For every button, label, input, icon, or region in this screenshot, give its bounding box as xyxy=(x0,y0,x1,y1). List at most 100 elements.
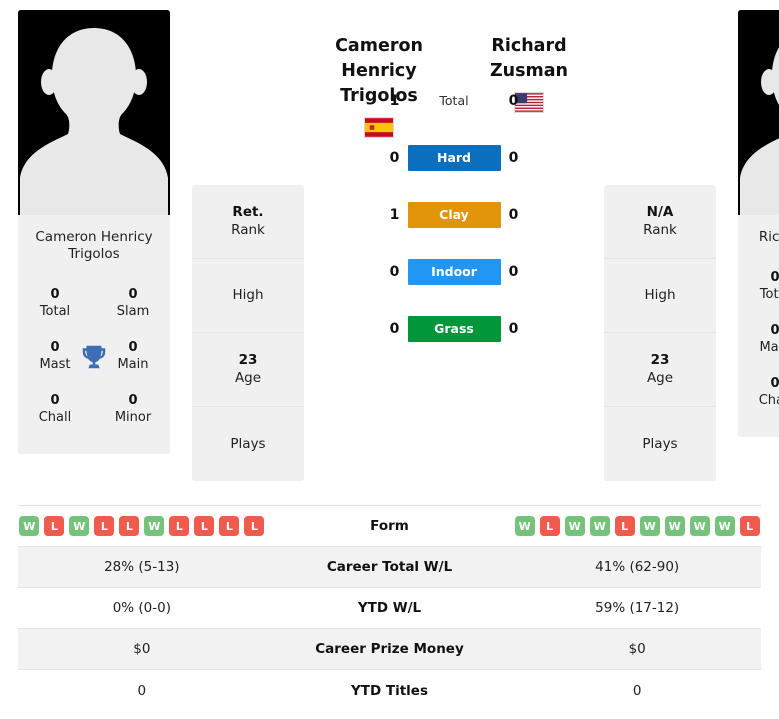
right-player-card[interactable]: Richard Zusman 0 Total 0 Slam xyxy=(738,10,779,437)
form-badge-loss: L xyxy=(44,516,65,536)
right-high-label: High xyxy=(644,287,676,303)
h2h-clay-label[interactable]: Clay xyxy=(407,201,501,228)
left-ytd-titles: 0 xyxy=(137,682,147,699)
left-age-value: 23 xyxy=(238,352,258,368)
form-badge-loss: L xyxy=(244,516,265,536)
form-badge-loss: L xyxy=(614,516,635,536)
left-plays-cell: Plays xyxy=(192,407,304,481)
h2h-indoor-label[interactable]: Indoor xyxy=(407,258,501,285)
form-badge-win: W xyxy=(589,516,610,536)
form-badge-loss: L xyxy=(194,516,215,536)
left-titles-main: 0 Main xyxy=(110,339,156,374)
left-titles-main-label: Main xyxy=(117,357,149,372)
left-titles-slam-value: 0 xyxy=(128,287,138,302)
left-titles-mast-label: Mast xyxy=(39,357,71,372)
left-age-cell: 23 Age xyxy=(192,333,304,407)
right-card-player-name: Richard Zusman xyxy=(758,229,779,245)
row-label-ytd-wl: YTD W/L xyxy=(357,600,422,616)
left-player-photo xyxy=(18,10,170,215)
left-titles-minor-label: Minor xyxy=(114,410,152,425)
table-row-form: WLWLLWLLLL Form WLWWLWWWWL xyxy=(18,506,761,547)
right-rank-value: N/A xyxy=(646,204,674,220)
comparison-header: Cameron Henricy Trigolos 0 Total 0 Slam xyxy=(0,0,779,495)
left-ytd-wl: 0% (0-0) xyxy=(112,600,171,616)
form-badge-win: W xyxy=(639,516,660,536)
left-titles-row-3: 0 Chall 0 Minor xyxy=(18,383,170,436)
table-row-career-prize-money: $0 Career Prize Money $0 xyxy=(18,629,761,670)
h2h-grass-label[interactable]: Grass xyxy=(407,315,501,342)
h2h-hard-left-score: 0 xyxy=(389,149,400,166)
row-label-form: Form xyxy=(370,518,409,534)
left-titles-mast: 0 Mast xyxy=(32,339,78,374)
h2h-row-indoor: 0 Indoor 0 xyxy=(377,243,532,300)
form-badge-win: W xyxy=(69,516,90,536)
left-titles-total-value: 0 xyxy=(50,287,60,302)
table-row-ytd-wl: 0% (0-0) YTD W/L 59% (17-12) xyxy=(18,588,761,629)
right-info-column: N/A Rank High 23 Age Plays xyxy=(604,185,716,481)
left-high-label: High xyxy=(232,287,264,303)
h2h-total-label: Total xyxy=(439,92,469,108)
form-badge-loss: L xyxy=(539,516,560,536)
left-titles-main-value: 0 xyxy=(128,340,138,355)
table-row-ytd-titles: 0 YTD Titles 0 xyxy=(18,670,761,711)
left-rank-value: Ret. xyxy=(232,204,264,220)
player-silhouette-avatar xyxy=(18,10,170,215)
left-titles-total-label: Total xyxy=(39,304,71,319)
left-titles-total: 0 Total xyxy=(32,286,78,321)
left-info-column: Ret. Rank High 23 Age Plays xyxy=(192,185,304,481)
right-plays-label: Plays xyxy=(642,435,678,452)
right-titles-total: 0 Total xyxy=(752,269,779,304)
left-career-total-wl: 28% (5-13) xyxy=(104,559,180,575)
right-rank-cell: N/A Rank xyxy=(604,185,716,259)
h2h-surface-stack: 1 Total 0 0 Hard 0 1 Clay 0 0 Indoor 0 0… xyxy=(304,72,604,357)
left-player-card[interactable]: Cameron Henricy Trigolos 0 Total 0 Slam xyxy=(18,10,170,454)
left-titles-row-1: 0 Total 0 Slam xyxy=(18,277,170,330)
left-rank-label: Rank xyxy=(231,222,265,238)
h2h-indoor-right-score: 0 xyxy=(508,263,519,280)
right-ytd-wl: 59% (17-12) xyxy=(595,600,680,616)
left-titles-mast-value: 0 xyxy=(50,340,60,355)
right-plays-cell: Plays xyxy=(604,407,716,481)
form-badge-loss: L xyxy=(94,516,115,536)
right-titles-grid: 0 Total 0 Slam 0 Mast xyxy=(738,252,779,437)
right-age-cell: 23 Age xyxy=(604,333,716,407)
right-titles-chall-value: 0 xyxy=(770,376,779,391)
table-row-career-total-wl: 28% (5-13) Career Total W/L 41% (62-90) xyxy=(18,547,761,588)
right-age-label: Age xyxy=(646,370,674,386)
right-rank-label: Rank xyxy=(643,222,677,238)
right-high-cell: High xyxy=(604,259,716,333)
form-badge-win: W xyxy=(564,516,585,536)
form-badge-win: W xyxy=(664,516,685,536)
left-titles-chall-value: 0 xyxy=(50,393,60,408)
right-titles-total-label: Total xyxy=(759,287,779,302)
right-titles-mast: 0 Mast xyxy=(752,322,779,357)
h2h-total-right-score: 0 xyxy=(508,92,519,109)
form-badge-win: W xyxy=(144,516,165,536)
form-badge-loss: L xyxy=(169,516,190,536)
left-age-label: Age xyxy=(234,370,262,386)
form-badge-win: W xyxy=(714,516,735,536)
left-titles-minor: 0 Minor xyxy=(110,392,156,427)
h2h-hard-label[interactable]: Hard xyxy=(407,144,501,171)
form-badge-loss: L xyxy=(219,516,240,536)
right-age-value: 23 xyxy=(650,352,670,368)
form-badge-loss: L xyxy=(119,516,140,536)
h2h-row-clay: 1 Clay 0 xyxy=(377,186,532,243)
h2h-grass-left-score: 0 xyxy=(389,320,400,337)
left-high-cell: High xyxy=(192,259,304,333)
right-titles-chall-label: Chall xyxy=(758,393,779,408)
right-titles-row-1: 0 Total 0 Slam xyxy=(738,260,779,313)
player-comparison-page: Cameron Henricy Trigolos 0 Total 0 Slam xyxy=(0,0,779,719)
h2h-clay-right-score: 0 xyxy=(508,206,519,223)
left-card-player-name: Cameron Henricy Trigolos xyxy=(35,229,153,262)
row-label-ytd-titles: YTD Titles xyxy=(351,682,428,699)
right-career-prize-money: $0 xyxy=(628,641,646,657)
right-player-name-line1: Richard xyxy=(491,36,567,56)
h2h-indoor-left-score: 0 xyxy=(389,263,400,280)
left-titles-chall-label: Chall xyxy=(38,410,72,425)
form-badge-loss: L xyxy=(739,516,760,536)
left-titles-chall: 0 Chall xyxy=(32,392,78,427)
right-form-badges: WLWWLWWWWL xyxy=(513,516,761,536)
comparison-stats-table: WLWLLWLLLL Form WLWWLWWWWL 28% (5-13) Ca… xyxy=(18,505,761,711)
right-career-total-wl: 41% (62-90) xyxy=(595,559,680,575)
